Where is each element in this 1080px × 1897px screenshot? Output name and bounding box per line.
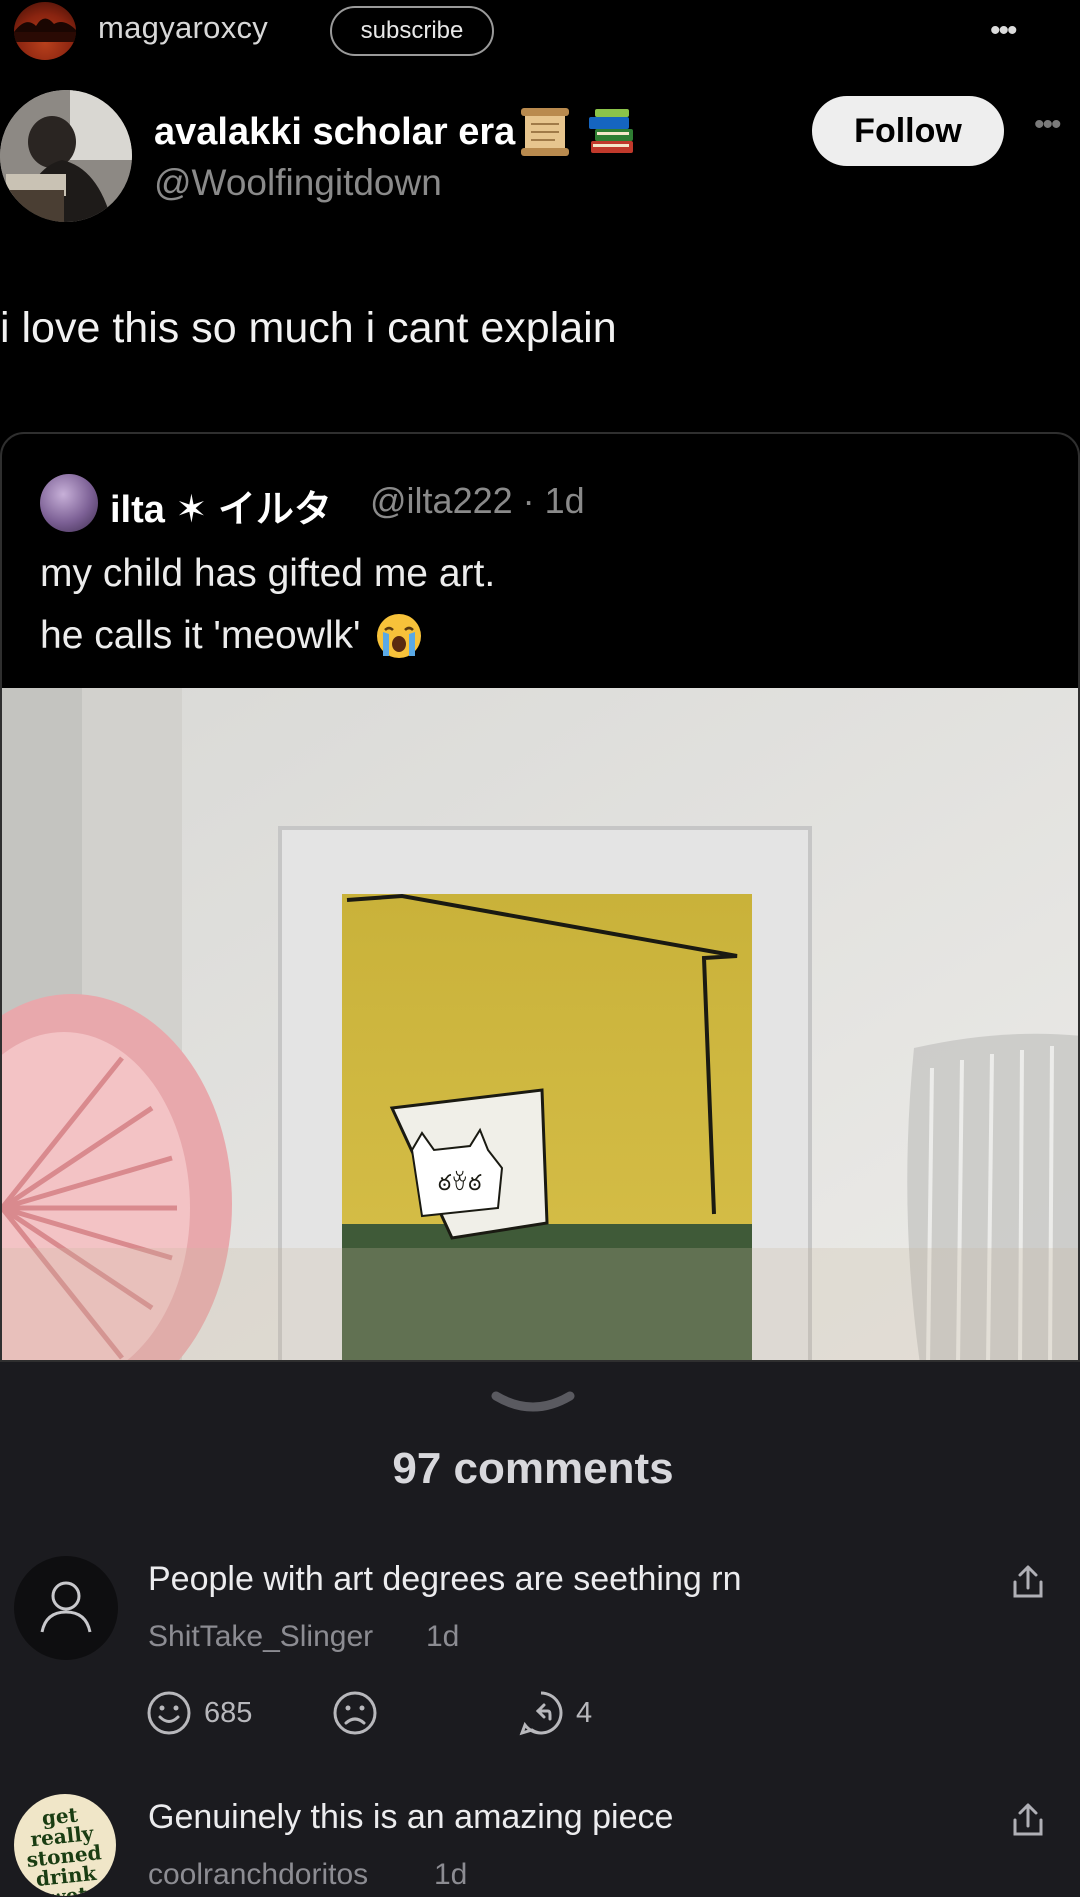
- scroll-emoji-icon: [519, 106, 571, 158]
- books-emoji-icon: [587, 107, 637, 157]
- comment-text: People with art degrees are seething rn: [148, 1560, 742, 1598]
- comment-text: Genuinely this is an amazing piece: [148, 1798, 674, 1836]
- quoted-text-line-1: my child has gifted me art.: [40, 552, 496, 595]
- comment-age: 1d: [434, 1858, 468, 1891]
- smile-icon: [147, 1691, 191, 1735]
- dislike-reaction[interactable]: [332, 1690, 378, 1736]
- follow-button[interactable]: Follow: [812, 96, 1004, 166]
- attached-photo[interactable]: ఠꈊఠ: [2, 688, 1080, 1362]
- comments-count: 97 comments: [392, 1444, 674, 1493]
- share-icon[interactable]: [1010, 1562, 1046, 1602]
- collapse-chevron-icon[interactable]: [490, 1388, 576, 1416]
- reply-reaction[interactable]: 4: [518, 1690, 592, 1736]
- quoted-tweet-card[interactable]: ilta ✶ イルタ @ilta222 · 1d my child has gi…: [0, 432, 1080, 1362]
- reply-count: 4: [576, 1696, 593, 1729]
- like-reaction[interactable]: 685: [146, 1690, 252, 1736]
- tweet-text: i love this so much i cant explain: [0, 304, 617, 352]
- comments-sheet: 97 comments People with art degrees are …: [0, 1362, 1080, 1897]
- quoted-user-name[interactable]: ilta ✶ イルタ: [110, 478, 332, 533]
- share-icon[interactable]: [1010, 1800, 1046, 1840]
- like-count: 685: [204, 1696, 253, 1729]
- display-name-text: avalakki scholar era: [154, 110, 516, 153]
- channel-avatar[interactable]: [14, 2, 76, 60]
- comment-avatar-default[interactable]: [14, 1556, 118, 1660]
- quoted-user-meta: @ilta222 · 1d: [370, 480, 585, 521]
- more-options-icon[interactable]: •••: [990, 14, 1017, 48]
- user-handle[interactable]: @Woolfingitdown: [154, 162, 442, 204]
- comment-avatar[interactable]: get really stoned drink wet cement: [14, 1794, 116, 1896]
- tweet-more-icon[interactable]: •••: [1034, 108, 1061, 142]
- comment-username[interactable]: ShitTake_Slinger: [148, 1620, 373, 1654]
- quoted-text-line-2: he calls it 'meowlk': [40, 612, 423, 660]
- top-bar: magyaroxcy subscribe •••: [0, 0, 1080, 62]
- profile-avatar[interactable]: [0, 90, 132, 222]
- display-name[interactable]: avalakki scholar era: [154, 106, 637, 158]
- reply-icon: [519, 1691, 563, 1736]
- channel-username[interactable]: magyaroxcy: [98, 10, 268, 46]
- subscribe-button[interactable]: subscribe: [330, 6, 494, 56]
- comment-username[interactable]: coolranchdoritos: [148, 1858, 368, 1892]
- comment-age: 1d: [426, 1620, 460, 1653]
- comment-avatar-art: get really stoned drink wet cement: [25, 1802, 103, 1896]
- quoted-text-line-2-text: he calls it 'meowlk': [40, 614, 361, 657]
- person-icon: [40, 1581, 92, 1633]
- crying-face-emoji-icon: [375, 612, 423, 660]
- frown-icon: [333, 1691, 377, 1735]
- quoted-user-avatar[interactable]: [40, 474, 98, 532]
- svg-text:ఠꈊఠ: ఠꈊఠ: [438, 1171, 482, 1196]
